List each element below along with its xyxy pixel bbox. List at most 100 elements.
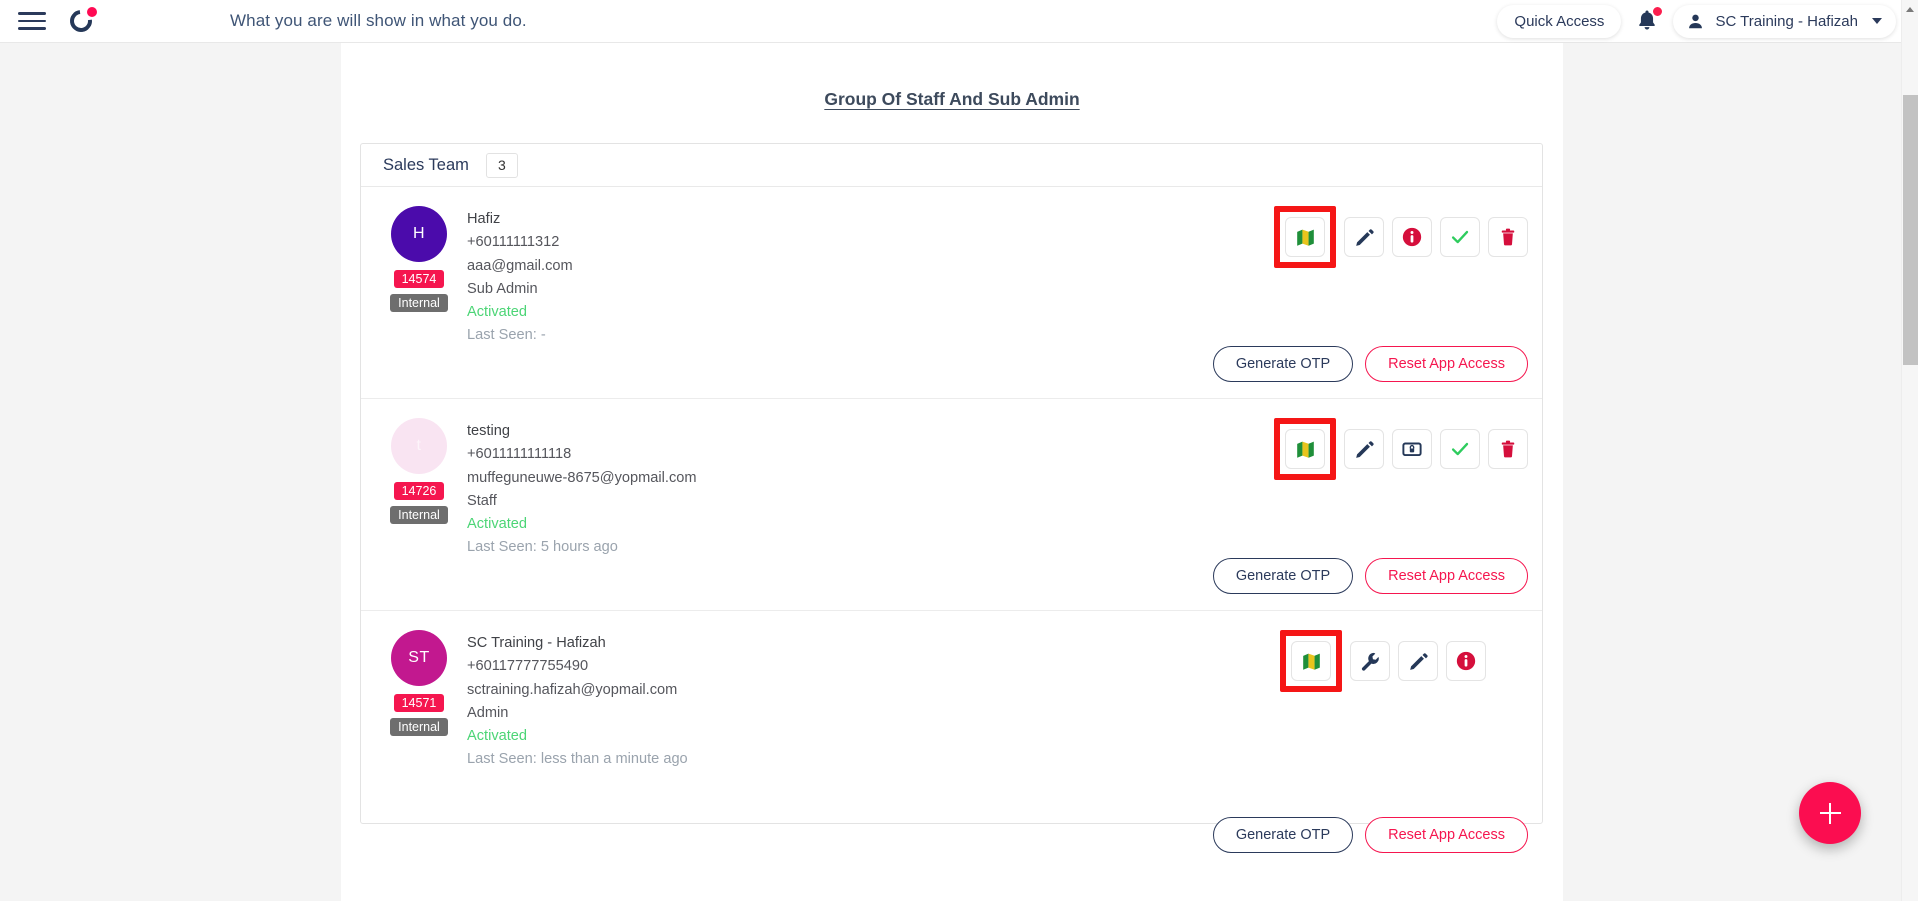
- map-button[interactable]: [1291, 641, 1331, 681]
- generate-otp-button[interactable]: Generate OTP: [1212, 558, 1354, 594]
- member-email: sctraining.hafizah@yopmail.com: [467, 681, 678, 698]
- member-type-badge: Internal: [390, 294, 448, 312]
- plus-icon-vertical: [1828, 802, 1832, 824]
- member-info-column: testing +6011111111118 muffeguneuwe-8675…: [467, 418, 697, 610]
- wrench-icon: [1361, 652, 1379, 671]
- map-button[interactable]: [1285, 429, 1325, 469]
- member-info-column: SC Training - Hafizah +60117777755490 sc…: [467, 630, 688, 823]
- pencil-icon: [1355, 440, 1374, 458]
- status-badge: Activated: [467, 728, 528, 745]
- member-role: Sub Admin: [467, 280, 538, 297]
- avatar: t: [391, 418, 447, 474]
- info-button[interactable]: [1446, 641, 1486, 681]
- edit-button[interactable]: [1398, 641, 1438, 681]
- member-avatar-column: t 14726 Internal: [377, 418, 461, 610]
- member-role: Admin: [467, 704, 509, 721]
- member-avatar-column: H 14574 Internal: [377, 206, 461, 398]
- avatar: H: [391, 206, 447, 262]
- check-icon: [1451, 230, 1469, 244]
- pencil-icon: [1409, 652, 1428, 670]
- page-title-row: Group Of Staff And Sub Admin: [341, 43, 1563, 110]
- pencil-icon: [1355, 228, 1374, 246]
- member-row-buttons: Generate OTP Reset App Access: [1212, 346, 1528, 382]
- member-last-seen: Last Seen: less than a minute ago: [467, 751, 688, 768]
- table-row: t 14726 Internal testing +6011111111118 …: [361, 399, 1542, 611]
- person-icon: [1689, 14, 1703, 28]
- map-icon: [1296, 441, 1314, 458]
- member-row-buttons: Generate OTP Reset App Access: [1212, 817, 1528, 853]
- delete-button[interactable]: [1488, 429, 1528, 469]
- vertical-scrollbar[interactable]: [1901, 0, 1918, 901]
- group-member-count-badge: 3: [485, 152, 518, 178]
- reset-app-access-button[interactable]: Reset App Access: [1365, 817, 1528, 853]
- notification-badge-dot: [1652, 6, 1664, 17]
- member-name: SC Training - Hafizah: [467, 635, 606, 651]
- member-id-badge: 14574: [393, 270, 445, 288]
- map-action-highlight-box: [1274, 418, 1336, 480]
- table-row: ST 14571 Internal SC Training - Hafizah …: [361, 611, 1542, 853]
- member-avatar-column: ST 14571 Internal: [377, 630, 461, 823]
- lock-badge-icon: [1402, 442, 1422, 457]
- member-phone: +60111111312: [467, 234, 560, 251]
- member-email: aaa@gmail.com: [467, 257, 573, 274]
- status-badge: Activated: [467, 516, 528, 533]
- content-sheet: Group Of Staff And Sub Admin Sales Team …: [341, 43, 1563, 901]
- user-account-menu[interactable]: SC Training - Hafizah: [1673, 4, 1896, 38]
- group-card: Sales Team 3 H 14574 Internal Hafiz +601…: [360, 143, 1543, 853]
- add-new-button[interactable]: [1799, 782, 1861, 844]
- member-id-badge: 14726: [393, 482, 445, 500]
- notifications-button[interactable]: [1634, 6, 1664, 35]
- info-button[interactable]: [1392, 217, 1432, 257]
- scrollbar-thumb[interactable]: [1903, 95, 1918, 365]
- info-icon: [1456, 651, 1476, 671]
- map-icon: [1296, 229, 1314, 246]
- chevron-down-icon: [1872, 18, 1882, 24]
- member-name: Hafiz: [467, 211, 501, 227]
- trash-icon: [1501, 228, 1515, 246]
- page-body: Group Of Staff And Sub Admin Sales Team …: [0, 43, 1901, 901]
- member-name: testing: [467, 423, 510, 439]
- hamburger-menu-icon[interactable]: [18, 10, 46, 32]
- member-email: muffeguneuwe-8675@yopmail.com: [467, 469, 697, 486]
- generate-otp-button[interactable]: Generate OTP: [1212, 346, 1354, 382]
- member-phone: +6011111111118: [467, 446, 572, 463]
- member-id-badge: 14571: [393, 694, 445, 712]
- map-button[interactable]: [1285, 217, 1325, 257]
- edit-button[interactable]: [1344, 429, 1384, 469]
- top-header-bar: What you are will show in what you do. Q…: [0, 0, 1918, 43]
- avatar: ST: [391, 630, 447, 686]
- approve-button[interactable]: [1440, 429, 1480, 469]
- info-icon: [1402, 227, 1422, 247]
- member-type-badge: Internal: [390, 506, 448, 524]
- quick-access-button[interactable]: Quick Access: [1497, 4, 1622, 38]
- app-access-button[interactable]: [1392, 429, 1432, 469]
- header-right-controls: Quick Access SC Training - Hafizah: [1497, 4, 1896, 38]
- member-actions: [1274, 418, 1528, 480]
- brand-logo-icon[interactable]: [65, 5, 99, 37]
- member-phone: +60117777755490: [467, 658, 589, 675]
- member-type-badge: Internal: [390, 718, 448, 736]
- member-info-column: Hafiz +60111111312 aaa@gmail.com Sub Adm…: [467, 206, 573, 398]
- approve-button[interactable]: [1440, 217, 1480, 257]
- map-action-highlight-box: [1280, 630, 1342, 692]
- generate-otp-button[interactable]: Generate OTP: [1212, 817, 1354, 853]
- member-actions: [1280, 630, 1486, 692]
- member-row-buttons: Generate OTP Reset App Access: [1212, 558, 1528, 594]
- header-tagline: What you are will show in what you do.: [230, 11, 527, 30]
- page-title-link[interactable]: Group Of Staff And Sub Admin: [824, 89, 1079, 110]
- scroll-up-arrow-icon[interactable]: [1906, 7, 1914, 12]
- group-header: Sales Team 3: [361, 144, 1542, 187]
- trash-icon: [1501, 440, 1515, 458]
- settings-button[interactable]: [1350, 641, 1390, 681]
- delete-button[interactable]: [1488, 217, 1528, 257]
- status-badge: Activated: [467, 304, 528, 321]
- reset-app-access-button[interactable]: Reset App Access: [1365, 558, 1528, 594]
- member-last-seen: Last Seen: 5 hours ago: [467, 539, 618, 556]
- check-icon: [1451, 442, 1469, 456]
- edit-button[interactable]: [1344, 217, 1384, 257]
- member-actions: [1274, 206, 1528, 268]
- map-action-highlight-box: [1274, 206, 1336, 268]
- table-row: H 14574 Internal Hafiz +60111111312 aaa@…: [361, 187, 1542, 399]
- reset-app-access-button[interactable]: Reset App Access: [1365, 346, 1528, 382]
- member-role: Staff: [467, 492, 497, 509]
